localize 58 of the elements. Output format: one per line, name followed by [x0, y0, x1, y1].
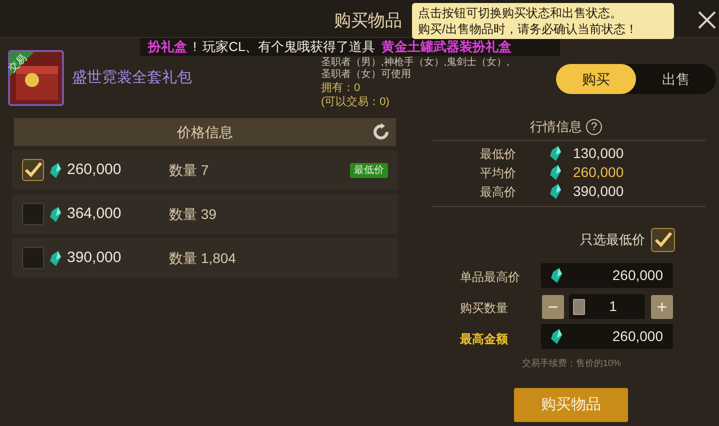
price-row[interactable]: 390,000 数量 1,804	[12, 238, 398, 278]
tradable-count: (可以交易：0)	[321, 95, 390, 109]
price-value: 260,000	[67, 160, 122, 180]
lowest-only-checkbox[interactable]	[651, 228, 675, 252]
broadcast-text: 黄金土罐武器装扮礼盒	[381, 38, 512, 56]
gem-icon	[551, 268, 562, 283]
broadcast-text: 玩家CL、有个鬼哦获得了道具	[202, 38, 376, 56]
gem-icon	[551, 329, 562, 344]
gem-icon	[550, 184, 561, 199]
price-value: 364,000	[67, 204, 122, 224]
item-icon	[8, 50, 64, 106]
help-icon[interactable]: ?	[586, 118, 602, 135]
row-checkbox[interactable]	[22, 203, 44, 225]
stat-label: 最低价	[480, 146, 517, 162]
lowest-only-label: 只选最低价	[580, 231, 645, 250]
trade-label: 交易	[6, 52, 30, 76]
refresh-icon[interactable]	[372, 123, 390, 141]
gem-icon	[50, 250, 61, 266]
item-description: 圣职者（男）,神枪手（女）,鬼剑士（女）,	[321, 57, 510, 68]
row-checkbox[interactable]	[22, 247, 44, 269]
gem-icon	[50, 162, 61, 178]
broadcast-text: 扮礼盒	[148, 38, 187, 56]
lowest-price-badge: 最低价	[350, 162, 388, 178]
broadcast-text: !	[193, 38, 197, 56]
stat-label: 最高价	[480, 184, 517, 200]
price-row[interactable]: 260,000 数量 7 最低价	[12, 150, 398, 190]
tooltip-text: 购买/出售物品时，请务必确认当前状态！	[418, 21, 638, 37]
stat-value: 130,000	[573, 144, 624, 163]
gem-icon	[550, 146, 561, 161]
stat-label: 平均价	[480, 164, 517, 182]
quantity-text: 数量 1,804	[169, 248, 237, 268]
form-label: 单品最高价	[460, 269, 520, 286]
row-checkbox[interactable]	[22, 159, 44, 181]
item-description: 圣职者（女）可使用	[321, 69, 412, 81]
window-title: 购买物品	[333, 10, 403, 32]
gem-icon	[550, 165, 561, 180]
gem-icon	[50, 206, 61, 222]
quantity-field[interactable]: 1	[569, 294, 645, 319]
price-row[interactable]: 364,000 数量 39	[12, 194, 398, 234]
close-icon[interactable]	[697, 10, 717, 30]
owned-count: 拥有：0	[321, 81, 362, 95]
form-label: 最高金额	[460, 331, 508, 348]
stat-value: 390,000	[573, 182, 624, 201]
fee-note: 交易手续费：售价的10%	[522, 357, 622, 370]
market-title: 行情信息	[530, 118, 582, 136]
price-field[interactable]: 260,000	[541, 263, 673, 288]
price-value: 390,000	[67, 248, 122, 268]
form-label: 购买数量	[460, 300, 508, 317]
mode-tab[interactable]: 出售	[636, 64, 716, 94]
mode-tab[interactable]: 购买	[556, 64, 636, 94]
quantity-text: 数量 7	[169, 160, 210, 180]
calculator-icon[interactable]	[573, 298, 585, 314]
stat-value: 260,000	[573, 163, 624, 182]
price-field[interactable]: 260,000	[541, 324, 673, 349]
tooltip-text: 点击按钮可切换购买状态和出售状态。	[418, 5, 623, 21]
item-name: 盛世霓裳全套礼包	[72, 68, 192, 88]
quantity-text: 数量 39	[169, 204, 218, 224]
price-header-title: 价格信息	[177, 122, 233, 142]
